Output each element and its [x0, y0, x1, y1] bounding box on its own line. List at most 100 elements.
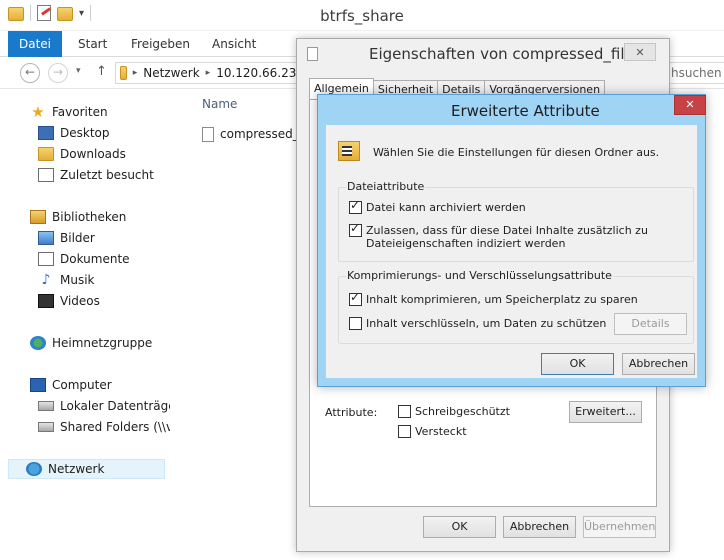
nav-label: Bilder: [60, 231, 95, 245]
breadcrumb-network[interactable]: Netzwerk: [143, 66, 199, 80]
document-icon: [307, 47, 318, 61]
nav-documents[interactable]: Dokumente: [38, 249, 130, 269]
archive-checkbox[interactable]: Datei kann archiviert werden: [349, 199, 526, 214]
videos-icon: [38, 294, 54, 308]
nav-shared-folders[interactable]: Shared Folders (\\vn: [38, 417, 181, 437]
index-label-line2: Dateieigenschaften indiziert werden: [366, 237, 566, 250]
music-icon: ♪: [41, 272, 51, 288]
nav-pictures[interactable]: Bilder: [38, 228, 95, 248]
nav-libraries[interactable]: Bibliotheken: [30, 207, 126, 227]
nav-label: Computer: [52, 378, 112, 392]
cancel-button[interactable]: Abbrechen: [622, 353, 695, 375]
downloads-icon: [38, 147, 54, 161]
address-field[interactable]: ▸ Netzwerk ▸ 10.120.66.234: [115, 62, 305, 84]
file-attributes-group: Dateiattribute Datei kann archiviert wer…: [338, 180, 694, 262]
computer-icon: [30, 378, 46, 392]
nav-local-disk[interactable]: Lokaler Datenträger: [38, 396, 181, 416]
properties-title: Eigenschaften von compressed_file: [369, 45, 634, 63]
nav-label: Dokumente: [60, 252, 130, 266]
hidden-checkbox[interactable]: Versteckt: [398, 425, 467, 438]
navigation-pane: ★ Favoriten Desktop Downloads Zuletzt be…: [0, 89, 181, 560]
breadcrumb-host[interactable]: 10.120.66.234: [216, 66, 304, 80]
compress-checkbox-box[interactable]: [349, 291, 362, 306]
advanced-body: Wählen Sie die Einstellungen für diesen …: [326, 125, 697, 378]
index-checkbox-box[interactable]: [349, 222, 362, 237]
nav-videos[interactable]: Videos: [38, 291, 100, 311]
nav-label: Bibliotheken: [52, 210, 127, 224]
nav-label: Lokaler Datenträger: [60, 399, 181, 413]
advanced-intro-text: Wählen Sie die Einstellungen für diesen …: [373, 146, 660, 159]
tab-share[interactable]: Freigeben: [119, 31, 202, 57]
nav-label: Heimnetzgruppe: [52, 336, 153, 350]
file-icon: [202, 126, 214, 142]
star-icon: ★: [31, 103, 45, 121]
nav-homegroup[interactable]: Heimnetzgruppe: [30, 333, 152, 353]
network-drive-icon: [38, 422, 54, 432]
nav-music[interactable]: ♪ Musik: [38, 270, 95, 290]
explorer-titlebar: ▾ btrfs_share: [0, 0, 724, 31]
breadcrumb-separator-icon: ▸: [132, 68, 138, 78]
recent-places-icon: [38, 168, 54, 182]
tab-view[interactable]: Ansicht: [200, 31, 268, 57]
cancel-button[interactable]: Abbrechen: [503, 516, 576, 538]
network-folder-icon: [120, 66, 127, 80]
breadcrumb-separator-icon: ▸: [205, 68, 211, 78]
archive-checkbox-box[interactable]: [349, 199, 362, 214]
readonly-checkbox-box[interactable]: [398, 405, 411, 418]
index-label-line1: Zulassen, dass für diese Datei Inhalte z…: [366, 224, 648, 237]
homegroup-icon: [30, 336, 46, 350]
folder-settings-icon: [338, 141, 360, 161]
close-button[interactable]: ✕: [674, 95, 706, 115]
nav-label: Downloads: [60, 147, 126, 161]
pictures-icon: [38, 231, 54, 245]
advanced-title: Erweiterte Attribute: [451, 102, 600, 120]
tab-start[interactable]: Start: [66, 31, 119, 57]
column-header-name[interactable]: Name: [202, 97, 237, 111]
file-row[interactable]: compressed_f: [200, 123, 306, 145]
attributes-label: Attribute:: [325, 406, 378, 419]
nav-downloads[interactable]: Downloads: [38, 144, 126, 164]
recent-locations-chevron-icon[interactable]: ▾: [76, 66, 81, 76]
advanced-button[interactable]: Erweitert...: [569, 401, 642, 423]
compression-encryption-group: Komprimierungs- und Verschlüsselungsattr…: [338, 269, 694, 344]
back-button[interactable]: ←: [20, 63, 40, 83]
compress-checkbox[interactable]: Inhalt komprimieren, um Speicherplatz zu…: [349, 291, 638, 306]
nav-network[interactable]: Netzwerk: [8, 459, 165, 479]
forward-button[interactable]: →: [48, 63, 68, 83]
network-icon: [26, 462, 42, 476]
desktop-icon: [38, 126, 54, 140]
readonly-label: Schreibgeschützt: [415, 405, 510, 418]
window-title: btrfs_share: [320, 7, 404, 25]
nav-computer[interactable]: Computer: [30, 375, 112, 395]
advanced-titlebar: Erweiterte Attribute ✕: [318, 95, 706, 125]
nav-label: Shared Folders (\\vn: [60, 420, 181, 434]
nav-label: Netzwerk: [48, 462, 105, 476]
nav-favorites[interactable]: ★ Favoriten: [30, 102, 108, 122]
nav-desktop[interactable]: Desktop: [38, 123, 110, 143]
local-disk-icon: [38, 401, 54, 411]
up-button[interactable]: ↑: [96, 64, 107, 79]
apply-button[interactable]: Übernehmen: [583, 516, 656, 538]
nav-label: Videos: [60, 294, 100, 308]
nav-label: Musik: [60, 273, 95, 287]
encrypt-checkbox[interactable]: Inhalt verschlüsseln, um Daten zu schütz…: [349, 317, 606, 330]
tab-file[interactable]: Datei: [8, 31, 62, 57]
index-label: Zulassen, dass für diese Datei Inhalte z…: [366, 224, 648, 250]
ok-button[interactable]: OK: [423, 516, 496, 538]
nav-label: Favoriten: [52, 105, 108, 119]
nav-label: Desktop: [60, 126, 110, 140]
search-input[interactable]: hsuchen: [666, 62, 724, 84]
ok-button[interactable]: OK: [541, 353, 614, 375]
details-button[interactable]: Details: [614, 313, 687, 335]
index-checkbox[interactable]: Zulassen, dass für diese Datei Inhalte z…: [349, 222, 648, 250]
readonly-checkbox[interactable]: Schreibgeschützt: [398, 405, 510, 418]
advanced-attributes-dialog: Erweiterte Attribute ✕ Wählen Sie die Ei…: [317, 94, 706, 387]
encrypt-checkbox-box[interactable]: [349, 317, 362, 330]
hidden-checkbox-box[interactable]: [398, 425, 411, 438]
properties-titlebar: Eigenschaften von compressed_file ✕: [297, 39, 669, 67]
hidden-label: Versteckt: [415, 425, 467, 438]
documents-icon: [38, 252, 54, 266]
nav-label: Zuletzt besucht: [60, 168, 154, 182]
nav-recent[interactable]: Zuletzt besucht: [38, 165, 154, 185]
close-button[interactable]: ✕: [624, 43, 656, 61]
